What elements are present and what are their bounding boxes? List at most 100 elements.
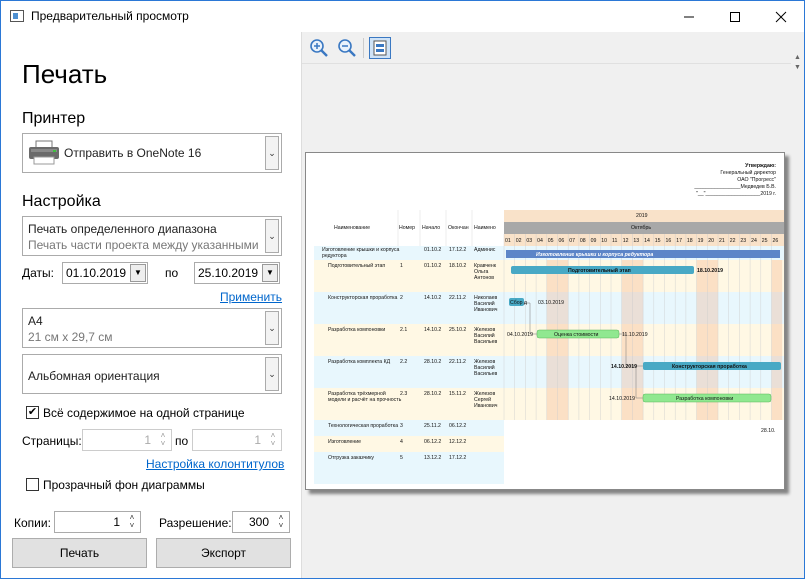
task-bar-date: 03.10.2019 (538, 300, 564, 306)
task-bar-date: 14.10.2019 (611, 364, 637, 370)
table-cell-res: Админис (474, 247, 496, 253)
chevron-down-icon: ⌄ (265, 136, 279, 170)
day-label: 11 (612, 238, 618, 244)
column-header-start: Начало (422, 225, 441, 231)
task-bar-label: Конструкторская проработка (672, 364, 747, 370)
day-label: 02 (515, 238, 522, 244)
minimize-button[interactable] (666, 1, 712, 32)
app-icon (10, 10, 24, 22)
column-header-name: Наименование (334, 225, 370, 231)
export-button[interactable]: Экспорт (156, 538, 291, 568)
fit-one-page-checkbox[interactable]: ✔ (26, 406, 39, 419)
table-cell-end: 22.11.2 (449, 359, 466, 365)
day-label: 13 (633, 238, 640, 244)
task-bar-date: 28.10. (761, 428, 776, 434)
copies-value: 1 (113, 515, 120, 529)
header-footer-settings-link[interactable]: Настройка колонтитулов (146, 457, 284, 471)
paper-size-select[interactable]: A4 21 см x 29,7 см ⌄ (22, 308, 282, 348)
close-icon (775, 11, 787, 22)
table-cell-end: 12.12.2 (449, 439, 467, 445)
maximize-icon (730, 11, 740, 22)
table-row-name: Отгрузка заказчику (328, 455, 375, 461)
stepper-arrows-icon[interactable]: ˄ ˅ (275, 514, 287, 530)
page-from-stepper[interactable]: 1 ˄ ˅ (82, 429, 172, 451)
table-cell-end: 25.10.2 (449, 327, 467, 333)
chevron-down-icon: ⌄ (265, 311, 279, 345)
year-label: 2019 (636, 213, 648, 219)
apply-link[interactable]: Применить (220, 290, 282, 304)
date-to-label: по (165, 266, 179, 280)
table-cell-start: 14.10.2 (424, 295, 442, 301)
day-label: 10 (601, 238, 608, 244)
table-cell-num: 2.2 (400, 359, 408, 365)
table-cell-end: 17.12.2 (449, 455, 467, 461)
vertical-scrollbar[interactable]: ▲ ▼ (791, 32, 804, 578)
date-to-field[interactable]: 25.10.2019 ▼ (194, 262, 280, 284)
table-row-name: Разработка трёхмерной модели и расчёт на… (328, 391, 402, 403)
window-title: Предварительный просмотр (31, 9, 189, 23)
task-bar-date: 18.10.2019 (697, 268, 723, 274)
stepper-arrows-icon[interactable]: ˄ ˅ (267, 432, 279, 448)
scroll-up-icon[interactable]: ▲ (794, 54, 801, 61)
page-to-value: 1 (254, 433, 261, 447)
table-cell-num: 1 (400, 263, 403, 269)
toolbar-separator (363, 38, 364, 58)
copies-stepper[interactable]: 1 ˄ ˅ (54, 511, 141, 533)
paper-size-title: A4 (28, 314, 43, 328)
date-from-field[interactable]: 01.10.2019 ▼ (62, 262, 148, 284)
settings-heading: Настройка (22, 193, 101, 210)
print-button[interactable]: Печать (12, 538, 147, 568)
stepper-arrows-icon[interactable]: ˄ ˅ (157, 432, 169, 448)
table-cell-res: Кравченк Ольга Антонов (474, 263, 497, 281)
table-cell-end: 22.11.2 (449, 295, 466, 301)
task-bar-label: Сбор д (510, 300, 527, 306)
table-cell-num: 2.3 (400, 391, 408, 397)
summary-bar-label: Изготовление крышки и корпуса редуктора (536, 252, 654, 258)
table-cell-start: 06.12.2 (424, 439, 442, 445)
page-to-stepper[interactable]: 1 ˄ ˅ (192, 429, 282, 451)
close-button[interactable] (758, 1, 804, 32)
fit-one-page-label: Всё содержимое на одной странице (43, 406, 245, 420)
day-label: 17 (676, 238, 682, 244)
page-view-icon (373, 40, 387, 56)
table-cell-res: Железов Василий Васильев (474, 359, 498, 377)
calendar-icon[interactable]: ▼ (130, 264, 146, 282)
stepper-arrows-icon[interactable]: ˄ ˅ (126, 514, 138, 530)
fit-page-button[interactable] (369, 37, 391, 59)
table-cell-num: 2 (400, 295, 403, 301)
table-row-name: Изготовление крышки и корпуса редуктора (322, 247, 400, 259)
table-row-name: Подготовительный этап (328, 263, 386, 269)
resolution-stepper[interactable]: 300 ˄ ˅ (232, 511, 290, 533)
day-label: 19 (697, 238, 704, 244)
day-label: 05 (547, 238, 554, 244)
day-label: 03 (526, 238, 533, 244)
day-label: 14 (644, 238, 650, 244)
table-cell-num: 3 (400, 423, 403, 429)
print-range-select[interactable]: Печать определенного диапазона Печать ча… (22, 216, 282, 256)
column-header-resource: Наимено (474, 225, 496, 231)
day-label: 26 (772, 238, 779, 244)
table-cell-start: 28.10.2 (424, 359, 442, 365)
printer-icon (29, 140, 59, 165)
zoom-out-button[interactable] (336, 37, 358, 59)
maximize-button[interactable] (712, 1, 758, 32)
page-to-label: по (175, 434, 189, 448)
dates-label: Даты: (22, 266, 54, 280)
table-cell-start: 01.10.2 (424, 263, 442, 269)
printer-heading: Принтер (22, 110, 86, 127)
scroll-down-icon[interactable]: ▼ (794, 64, 801, 71)
printer-select[interactable]: Отправить в OneNote 16 ⌄ (22, 133, 282, 173)
print-range-description: Печать части проекта между указанными (28, 238, 259, 252)
day-label: 22 (729, 238, 736, 244)
transparent-background-label: Прозрачный фон диаграммы (43, 478, 205, 492)
preview-area[interactable]: ▲ ▼ Утверждаю: Генеральный директор ОАО … (301, 32, 804, 578)
table-cell-end: 18.10.2 (449, 263, 467, 269)
transparent-background-checkbox[interactable] (26, 478, 39, 491)
column-header-end: Окончан (448, 225, 469, 231)
day-label: 04 (537, 238, 543, 244)
calendar-icon[interactable]: ▼ (262, 264, 278, 282)
orientation-select[interactable]: Альбомная ориентация ⌄ (22, 354, 282, 394)
zoom-in-button[interactable] (308, 37, 330, 59)
chevron-down-icon: ⌄ (265, 219, 279, 253)
table-cell-num: 2.1 (400, 327, 408, 333)
